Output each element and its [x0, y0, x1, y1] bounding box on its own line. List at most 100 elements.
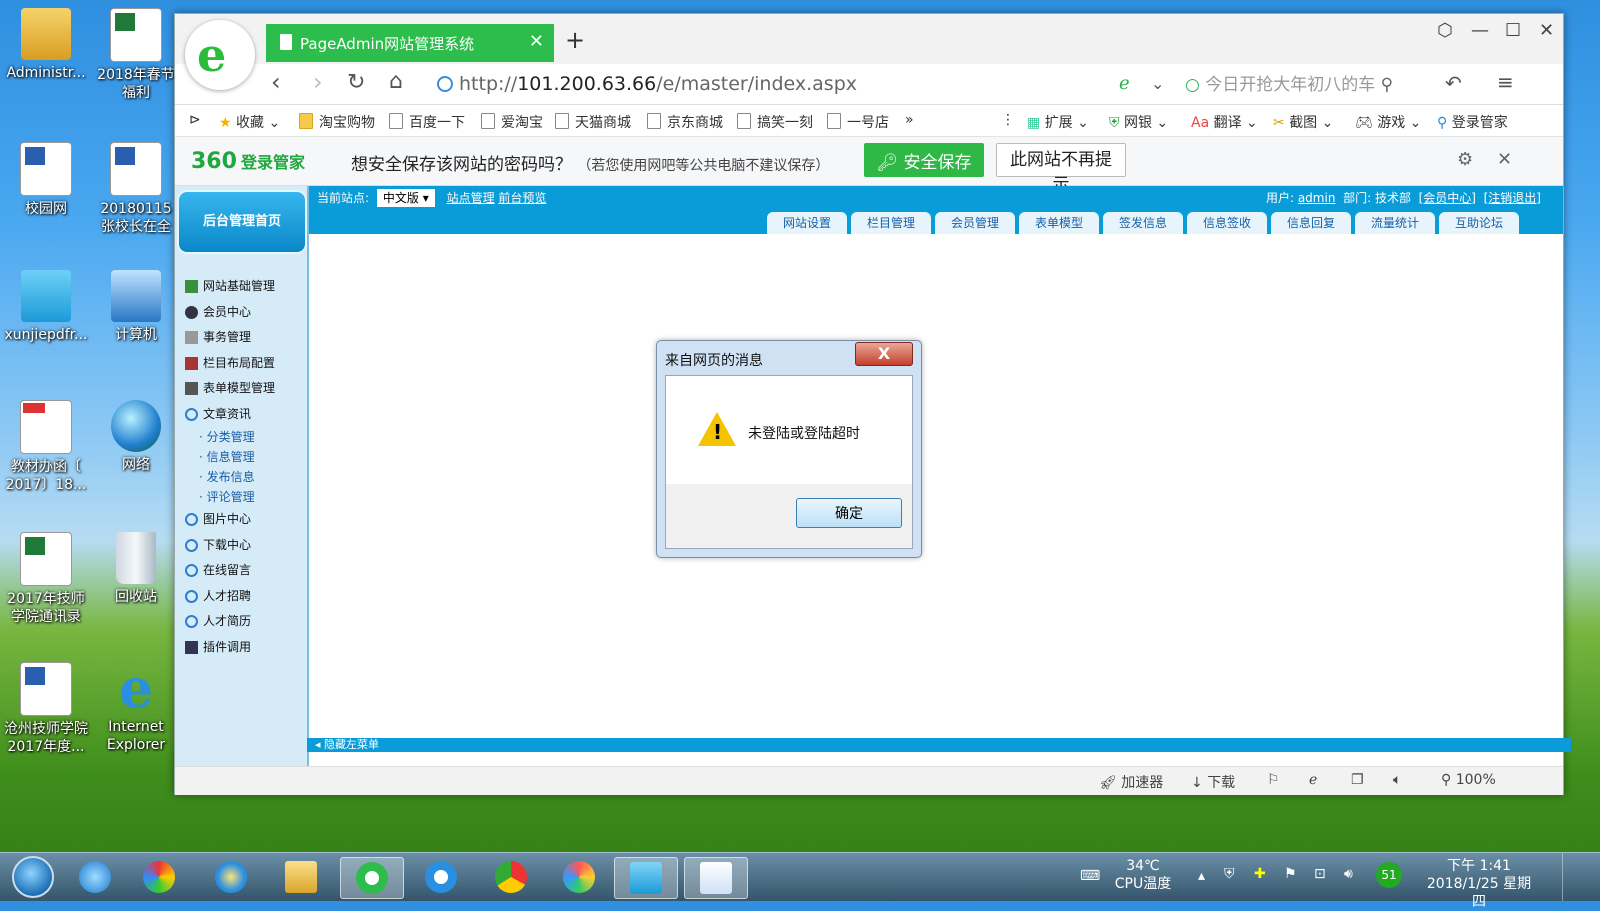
- submenu-category[interactable]: · 分类管理: [185, 427, 307, 447]
- more-dots-icon[interactable]: ⋮: [1001, 112, 1015, 128]
- taskbar-chrome[interactable]: [480, 857, 542, 897]
- admin-home-button[interactable]: 后台管理首页: [177, 190, 307, 254]
- taskbar-app-colorful[interactable]: [128, 857, 190, 897]
- toolbar-translate[interactable]: Aa 翻译 ⌄: [1191, 112, 1258, 132]
- maximize-button[interactable]: ☐: [1505, 20, 1521, 41]
- menu-site-basic[interactable]: 网站基础管理: [185, 274, 307, 300]
- forward-button[interactable]: ›: [313, 68, 323, 96]
- new-tab-button[interactable]: +: [565, 26, 585, 54]
- ok-button[interactable]: 确定: [796, 498, 902, 528]
- home-button[interactable]: ⌂: [389, 69, 403, 94]
- bookmark-taobao[interactable]: 淘宝购物: [299, 112, 375, 132]
- accelerator-button[interactable]: 🚀︎ 加速器: [1099, 772, 1163, 792]
- flag-error-icon[interactable]: ⚑: [1284, 865, 1297, 883]
- taskbar-ie[interactable]: [200, 857, 262, 897]
- menu-icon[interactable]: ≡: [1497, 70, 1514, 94]
- logout-link[interactable]: [注销退出]: [1484, 191, 1541, 205]
- minimize-button[interactable]: —: [1471, 20, 1489, 41]
- submenu-info[interactable]: · 信息管理: [185, 447, 307, 467]
- tab-issue-info[interactable]: 签发信息: [1103, 212, 1183, 234]
- bookmarks-more[interactable]: »: [905, 112, 914, 128]
- download-button[interactable]: ↓ 下载: [1191, 772, 1235, 792]
- desktop-icon-campus-net[interactable]: 校园网: [0, 142, 94, 218]
- tab-pageadmin[interactable]: PageAdmin网站管理系统 ✕: [266, 24, 554, 62]
- bookmark-yhd[interactable]: 一号店: [827, 112, 889, 132]
- desktop-icon-directory-2017[interactable]: 2017年技师 学院通讯录: [0, 532, 94, 626]
- taskbar-explorer[interactable]: [270, 857, 332, 897]
- bookmark-favorites[interactable]: ★ 收藏 ⌄: [219, 112, 280, 132]
- tab-info-receipt[interactable]: 信息签收: [1187, 212, 1267, 234]
- menu-articles[interactable]: 文章资讯: [185, 402, 307, 428]
- window-icon[interactable]: ❐: [1351, 772, 1364, 788]
- menu-images[interactable]: 图片中心: [185, 507, 307, 533]
- menu-resumes[interactable]: 人才简历: [185, 609, 307, 635]
- desktop-icon-20180115[interactable]: 20180115 张校长在全: [88, 142, 184, 236]
- desktop-icon-textbook-letter[interactable]: 教材办函〔 2017〕18...: [0, 400, 94, 494]
- site-select[interactable]: 中文版 ▾: [376, 189, 435, 207]
- bookmark-tmall[interactable]: 天猫商城: [555, 112, 631, 132]
- menu-form-model[interactable]: 表单模型管理: [185, 376, 307, 402]
- tab-form-model[interactable]: 表单模型: [1019, 212, 1099, 234]
- desktop-icon-2018-bonus[interactable]: 2018年春节 福利: [88, 8, 184, 102]
- tab-info-reply[interactable]: 信息回复: [1271, 212, 1351, 234]
- dialog-close-button[interactable]: X: [855, 342, 913, 366]
- zoom-control[interactable]: ⚲ 100%: [1441, 772, 1496, 788]
- bookmark-baidu[interactable]: 百度一下: [389, 112, 465, 132]
- refresh-button[interactable]: ↻: [347, 70, 365, 95]
- desktop-icon-network[interactable]: 网络: [88, 400, 184, 474]
- taskbar-reader[interactable]: [614, 857, 678, 899]
- toolbar-login-manager[interactable]: ⚲ 登录管家: [1437, 112, 1508, 132]
- taskbar-360-browser[interactable]: [340, 857, 404, 899]
- tab-site-settings[interactable]: 网站设置: [767, 212, 847, 234]
- flag-icon[interactable]: ⚐: [1267, 772, 1280, 788]
- tab-forum[interactable]: 互助论坛: [1439, 212, 1519, 234]
- address-dropdown-icon[interactable]: ⌄: [1151, 74, 1164, 93]
- taskbar-word[interactable]: [684, 857, 748, 899]
- keyboard-icon[interactable]: ⌨: [1080, 867, 1100, 885]
- show-desktop-button[interactable]: [1562, 853, 1573, 901]
- bookmark-jd[interactable]: 京东商城: [647, 112, 723, 132]
- menu-affairs[interactable]: 事务管理: [185, 325, 307, 351]
- member-center-link[interactable]: [会员中心]: [1419, 191, 1476, 205]
- clock[interactable]: 下午 1:41 2018/1/25 星期四: [1420, 857, 1538, 911]
- security-shield-icon[interactable]: ⛨: [1224, 865, 1235, 883]
- desktop-icon-cangzhou-2017[interactable]: 沧州技师学院 2017年度...: [0, 662, 94, 756]
- desktop-icon-internet-explorer[interactable]: e Internet Explorer: [88, 661, 184, 754]
- bookmark-funny[interactable]: 搞笑一刻: [737, 112, 813, 132]
- menu-downloads[interactable]: 下载中心: [185, 533, 307, 559]
- volume-icon[interactable]: 🔊︎: [1344, 865, 1353, 883]
- cpu-temp[interactable]: 34℃ CPU温度: [1114, 857, 1172, 893]
- desktop-icon-recycle-bin[interactable]: 回收站: [88, 532, 184, 606]
- menu-guestbook[interactable]: 在线留言: [185, 558, 307, 584]
- close-bar-icon[interactable]: ✕: [1497, 149, 1512, 170]
- skin-icon[interactable]: ⬡: [1437, 20, 1453, 41]
- back-button[interactable]: ‹: [271, 68, 281, 96]
- submenu-publish[interactable]: · 发布信息: [185, 467, 307, 487]
- menu-member-center[interactable]: 会员中心: [185, 300, 307, 326]
- sidebar-toggle-icon[interactable]: ⊳: [189, 112, 201, 128]
- close-window-button[interactable]: ✕: [1539, 20, 1554, 41]
- taskbar-browser-blue[interactable]: [410, 857, 472, 897]
- desktop-icon-administrator[interactable]: Administr...: [0, 8, 94, 82]
- toolbar-games[interactable]: 🎮︎ 游戏 ⌄: [1355, 112, 1421, 132]
- desktop-icon-computer[interactable]: 计算机: [88, 270, 184, 344]
- taskbar-ie-quick[interactable]: [64, 857, 126, 897]
- toolbar-extensions[interactable]: ▦ 扩展 ⌄: [1027, 112, 1089, 132]
- 360-plus-icon[interactable]: ✚: [1254, 865, 1266, 883]
- browser-logo-icon[interactable]: e: [185, 20, 255, 90]
- ie-compat-icon[interactable]: ℯ: [1309, 772, 1317, 788]
- taskbar-app-ball[interactable]: [548, 857, 610, 897]
- toolbar-banking[interactable]: ⛨ 网银 ⌄: [1109, 112, 1168, 132]
- hide-menu-toggle[interactable]: ◂ 隐藏左菜单: [307, 738, 1571, 752]
- menu-column-layout[interactable]: 栏目布局配置: [185, 351, 307, 377]
- undo-close-icon[interactable]: ↶: [1445, 71, 1462, 95]
- user-link[interactable]: admin: [1298, 191, 1336, 205]
- site-manage-link[interactable]: 站点管理: [447, 191, 495, 205]
- start-button[interactable]: [12, 856, 54, 898]
- desktop-icon-xunjiepdf[interactable]: xunjiepdfr...: [0, 270, 94, 344]
- speed-badge[interactable]: 51: [1376, 862, 1402, 888]
- settings-gear-icon[interactable]: ⚙: [1457, 149, 1473, 170]
- show-hidden-icons[interactable]: ▴: [1198, 867, 1205, 885]
- never-remind-button[interactable]: 此网站不再提示: [996, 143, 1126, 195]
- ie-mode-icon[interactable]: ℯ: [1119, 73, 1130, 94]
